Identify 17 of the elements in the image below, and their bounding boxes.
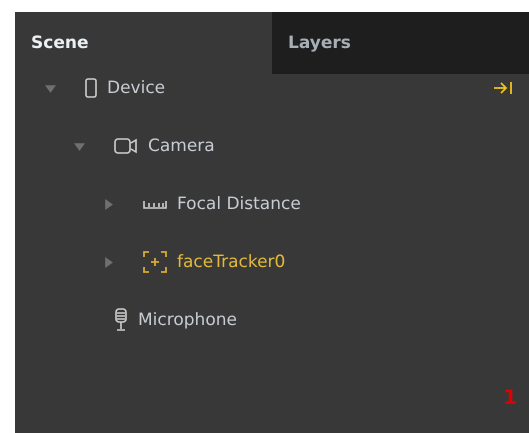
microphone-icon [114, 308, 128, 332]
ruler-icon [143, 199, 167, 209]
annotation-number: 1 [503, 385, 517, 409]
expand-arrow-icon[interactable] [45, 82, 56, 94]
expand-arrow-icon[interactable] [74, 140, 85, 152]
tree-item[interactable]: Device [107, 78, 166, 98]
tree-item[interactable]: Camera [148, 136, 215, 156]
phone-icon [85, 78, 97, 98]
tree-item[interactable]: Focal Distance [177, 194, 301, 214]
arrow-to-bar-icon[interactable] [493, 80, 513, 96]
video-camera-icon [114, 137, 138, 155]
collapse-arrow-icon[interactable] [103, 256, 114, 268]
panel-tab[interactable]: Layers [272, 12, 529, 74]
tree-item[interactable]: Microphone [138, 310, 237, 330]
collapse-arrow-icon[interactable] [103, 198, 114, 210]
face-tracker-icon [143, 251, 167, 273]
tree-item[interactable]: faceTracker0 [177, 252, 286, 272]
